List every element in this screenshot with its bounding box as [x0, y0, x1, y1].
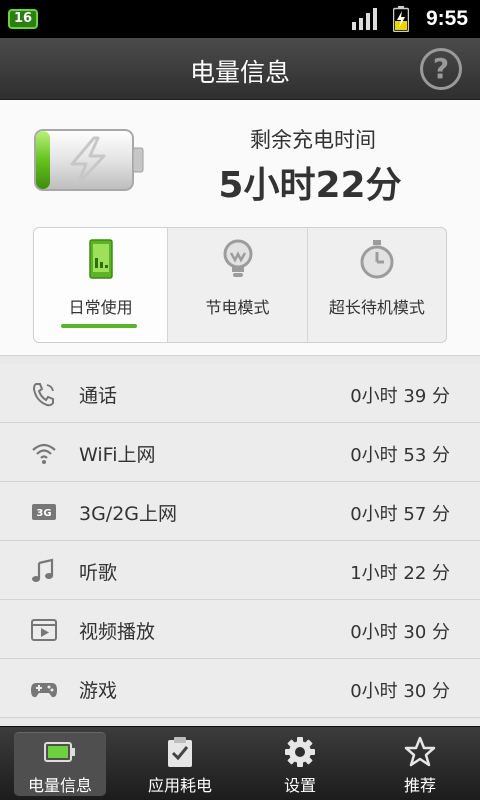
selected-indicator [61, 324, 137, 328]
remaining-charge-label: 剩余充电时间 [250, 128, 376, 152]
phone-icon [32, 383, 54, 407]
title-bar: 电量信息 ? [0, 38, 480, 100]
music-note-icon [32, 558, 54, 582]
help-button[interactable]: ? [420, 48, 462, 90]
nav-label: 电量信息 [27, 776, 92, 795]
wifi-icon [32, 443, 56, 464]
list-item[interactable]: 听歌 1小时 22 分 [0, 541, 480, 600]
lightbulb-icon [223, 239, 252, 277]
list-item[interactable]: 通话 0小时 39 分 [0, 364, 480, 423]
nav-label: 设置 [283, 776, 316, 795]
mode-daily[interactable]: 日常使用 [34, 228, 168, 342]
gamepad-icon [31, 683, 57, 698]
battery-icon [44, 742, 75, 762]
signal-icon [352, 8, 377, 30]
3g-icon: 3G [32, 504, 56, 520]
video-icon [31, 619, 57, 641]
stopwatch-icon [360, 240, 394, 279]
item-label: 3G/2G上网 [79, 503, 178, 525]
svg-text:3G: 3G [36, 508, 51, 519]
nav-label: 推荐 [403, 776, 436, 795]
charging-battery-icon [34, 129, 144, 191]
list-item[interactable]: WiFi上网 0小时 53 分 [0, 423, 480, 482]
phone-battery-icon [88, 239, 113, 279]
bottom-nav: 电量信息 应用耗电 设置 推荐 [0, 726, 480, 800]
list-item[interactable]: 视频播放 0小时 30 分 [0, 600, 480, 659]
item-label: 视频播放 [79, 621, 156, 643]
mode-ultra-standby[interactable]: 超长待机模式 [306, 228, 446, 342]
item-value: 0小时 53 分 [350, 445, 450, 466]
list-item[interactable]: 3G 3G/2G上网 0小时 57 分 [0, 482, 480, 541]
item-label: 通话 [79, 385, 118, 407]
gear-icon [285, 737, 315, 767]
nav-power-info[interactable]: 电量信息 [0, 727, 120, 800]
mode-label: 节电模式 [205, 298, 270, 317]
mode-selector: 日常使用 节电模式 超长待机模式 [33, 227, 447, 343]
item-value: 1小时 22 分 [350, 563, 450, 584]
mode-label: 超长待机模式 [328, 298, 425, 317]
nav-settings[interactable]: 设置 [240, 727, 360, 800]
nav-recommend[interactable]: 推荐 [360, 727, 480, 800]
nav-app-usage[interactable]: 应用耗电 [120, 727, 240, 800]
mode-power-saving[interactable]: 节电模式 [167, 228, 306, 342]
remaining-charge-time: 5小时22分 [218, 165, 402, 206]
item-value: 0小时 30 分 [350, 681, 450, 702]
star-icon [404, 736, 436, 767]
nav-label: 应用耗电 [147, 776, 212, 795]
item-label: WiFi上网 [79, 444, 156, 466]
status-bar: 16 9:55 [0, 0, 480, 38]
item-label: 听歌 [79, 562, 118, 584]
item-label: 游戏 [79, 680, 118, 702]
clock: 9:55 [426, 7, 469, 30]
mode-label: 日常使用 [68, 298, 133, 317]
item-value: 0小时 30 分 [350, 622, 450, 643]
usage-list: 通话 0小时 39 分 WiFi上网 0小时 53 分 3G 3G/2G上网 0… [0, 364, 480, 718]
summary-panel: 剩余充电时间 5小时22分 日常使用 节电模式 超长待机模式 [0, 100, 480, 356]
list-item[interactable]: 游戏 0小时 30 分 [0, 659, 480, 718]
battery-charging-icon [393, 6, 409, 32]
item-value: 0小时 57 分 [350, 504, 450, 525]
item-value: 0小时 39 分 [350, 386, 450, 407]
page-title: 电量信息 [189, 58, 290, 87]
clipboard-check-icon [168, 737, 192, 767]
notification-badge: 16 [8, 9, 38, 29]
